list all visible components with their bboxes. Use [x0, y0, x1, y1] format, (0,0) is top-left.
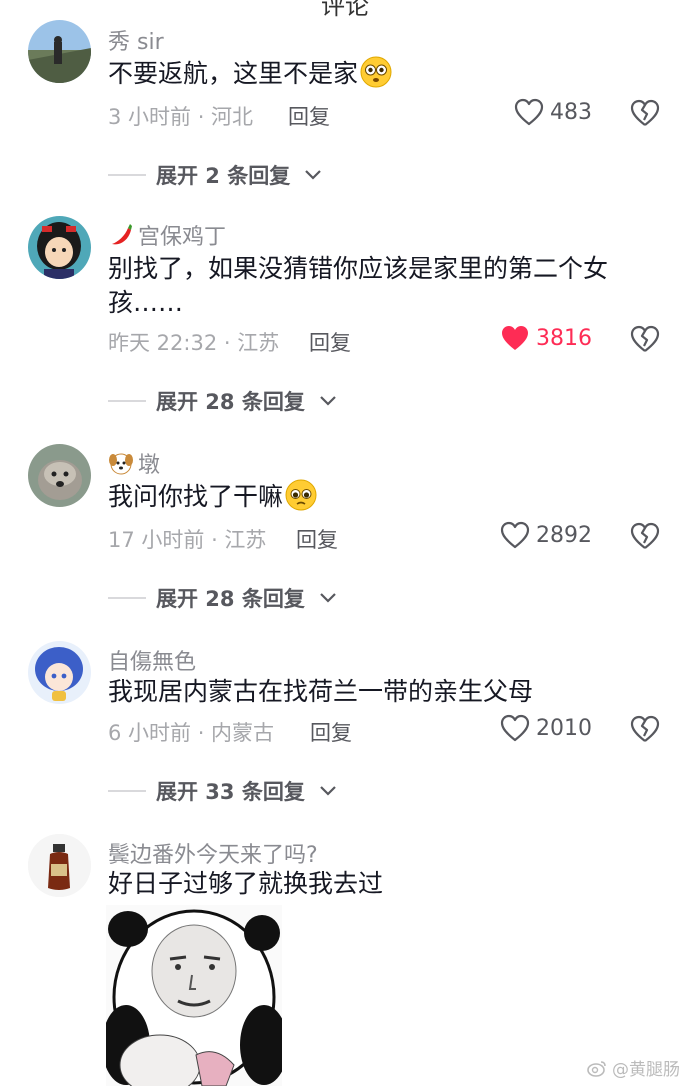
comment-text: 我现居内蒙古在找荷兰一带的亲生父母 [108, 677, 534, 706]
comment-text: 不要返航，这里不是家 [108, 56, 648, 91]
comment-text: 我问你找了干嘛 [108, 479, 648, 514]
expand-replies-button[interactable]: 展开 28 条回复 [108, 386, 337, 416]
reply-button[interactable]: 回复 [309, 327, 351, 357]
broken-heart-icon [630, 325, 660, 352]
comment-text-content: 不要返航，这里不是家 [108, 59, 359, 88]
username[interactable]: 墩 [108, 447, 160, 479]
page-title-partial: 评论 [321, 0, 369, 20]
heart-outline-icon [514, 98, 544, 126]
like-button[interactable]: 2010 [500, 714, 592, 742]
broken-heart-icon [630, 715, 660, 742]
avatar[interactable] [28, 641, 91, 704]
divider-line [108, 400, 146, 402]
dislike-button[interactable] [630, 98, 660, 128]
comment-text-content: 我问你找了干嘛 [108, 482, 284, 511]
divider-line [108, 174, 146, 176]
dislike-button[interactable] [630, 714, 660, 744]
chevron-down-icon [320, 396, 336, 406]
username[interactable]: 秀 sir [108, 24, 164, 56]
weibo-logo-icon [587, 1060, 606, 1077]
reply-button[interactable]: 回复 [310, 717, 352, 747]
time-location: 昨天 22:32 · 江苏 [108, 331, 280, 355]
reply-button[interactable]: 回复 [288, 101, 330, 131]
chevron-down-icon [320, 593, 336, 603]
dog-face-icon [108, 450, 134, 476]
avatar[interactable] [28, 20, 91, 83]
broken-heart-icon [630, 522, 660, 549]
expand-replies-button[interactable]: 展开 28 条回复 [108, 583, 337, 613]
expand-replies-button[interactable]: 展开 33 条回复 [108, 776, 337, 806]
avatar[interactable] [28, 834, 91, 897]
like-button[interactable]: 3816 [500, 324, 592, 352]
heart-outline-icon [500, 521, 530, 549]
heart-filled-icon [502, 326, 528, 350]
reply-button[interactable]: 回复 [296, 524, 338, 554]
broken-heart-icon [630, 99, 660, 126]
comment-text: 好日子过够了就换我去过 [108, 869, 384, 898]
divider-line [108, 790, 146, 792]
heart-outline-icon [500, 714, 530, 742]
pleading-face-emoji-icon [285, 479, 317, 511]
expand-label: 展开 28 条回复 [156, 390, 305, 414]
like-count: 3816 [536, 325, 592, 351]
like-button[interactable]: 2892 [500, 521, 592, 549]
username-text: 墩 [138, 453, 161, 478]
chevron-down-icon [320, 786, 336, 796]
like-count: 2892 [536, 522, 592, 548]
username-text: 宫保鸡丁 [138, 225, 227, 250]
username[interactable]: 鬓边番外今天来了吗? [108, 837, 318, 869]
username[interactable]: 宫保鸡丁 [108, 219, 226, 251]
expand-label: 展开 28 条回复 [156, 587, 305, 611]
like-button[interactable]: 483 [514, 98, 592, 126]
dislike-button[interactable] [630, 521, 660, 551]
expand-label: 展开 33 条回复 [156, 780, 305, 804]
watermark-text: @黄腿肠 [612, 1060, 680, 1080]
divider-line [108, 597, 146, 599]
avatar[interactable] [28, 444, 91, 507]
avatar[interactable] [28, 216, 91, 279]
comment-text: 别找了，如果没猜错你应该是家里的第二个女孩…… [108, 254, 609, 317]
panda-meme-sticker[interactable] [106, 905, 282, 1086]
expand-replies-button[interactable]: 展开 2 条回复 [108, 160, 322, 190]
watermark: @黄腿肠 [586, 1055, 680, 1080]
username[interactable]: 自傷無色 [108, 644, 196, 676]
expand-label: 展开 2 条回复 [156, 164, 291, 188]
time-location: 3 小时前 · 河北 [108, 105, 254, 129]
chili-pepper-icon [108, 222, 134, 248]
dislike-button[interactable] [630, 324, 660, 354]
flushed-face-emoji-icon [360, 56, 392, 88]
time-location: 6 小时前 · 内蒙古 [108, 721, 275, 745]
time-location: 17 小时前 · 江苏 [108, 528, 267, 552]
chevron-down-icon [305, 170, 322, 180]
like-count: 2010 [536, 715, 592, 741]
like-count: 483 [550, 99, 592, 125]
